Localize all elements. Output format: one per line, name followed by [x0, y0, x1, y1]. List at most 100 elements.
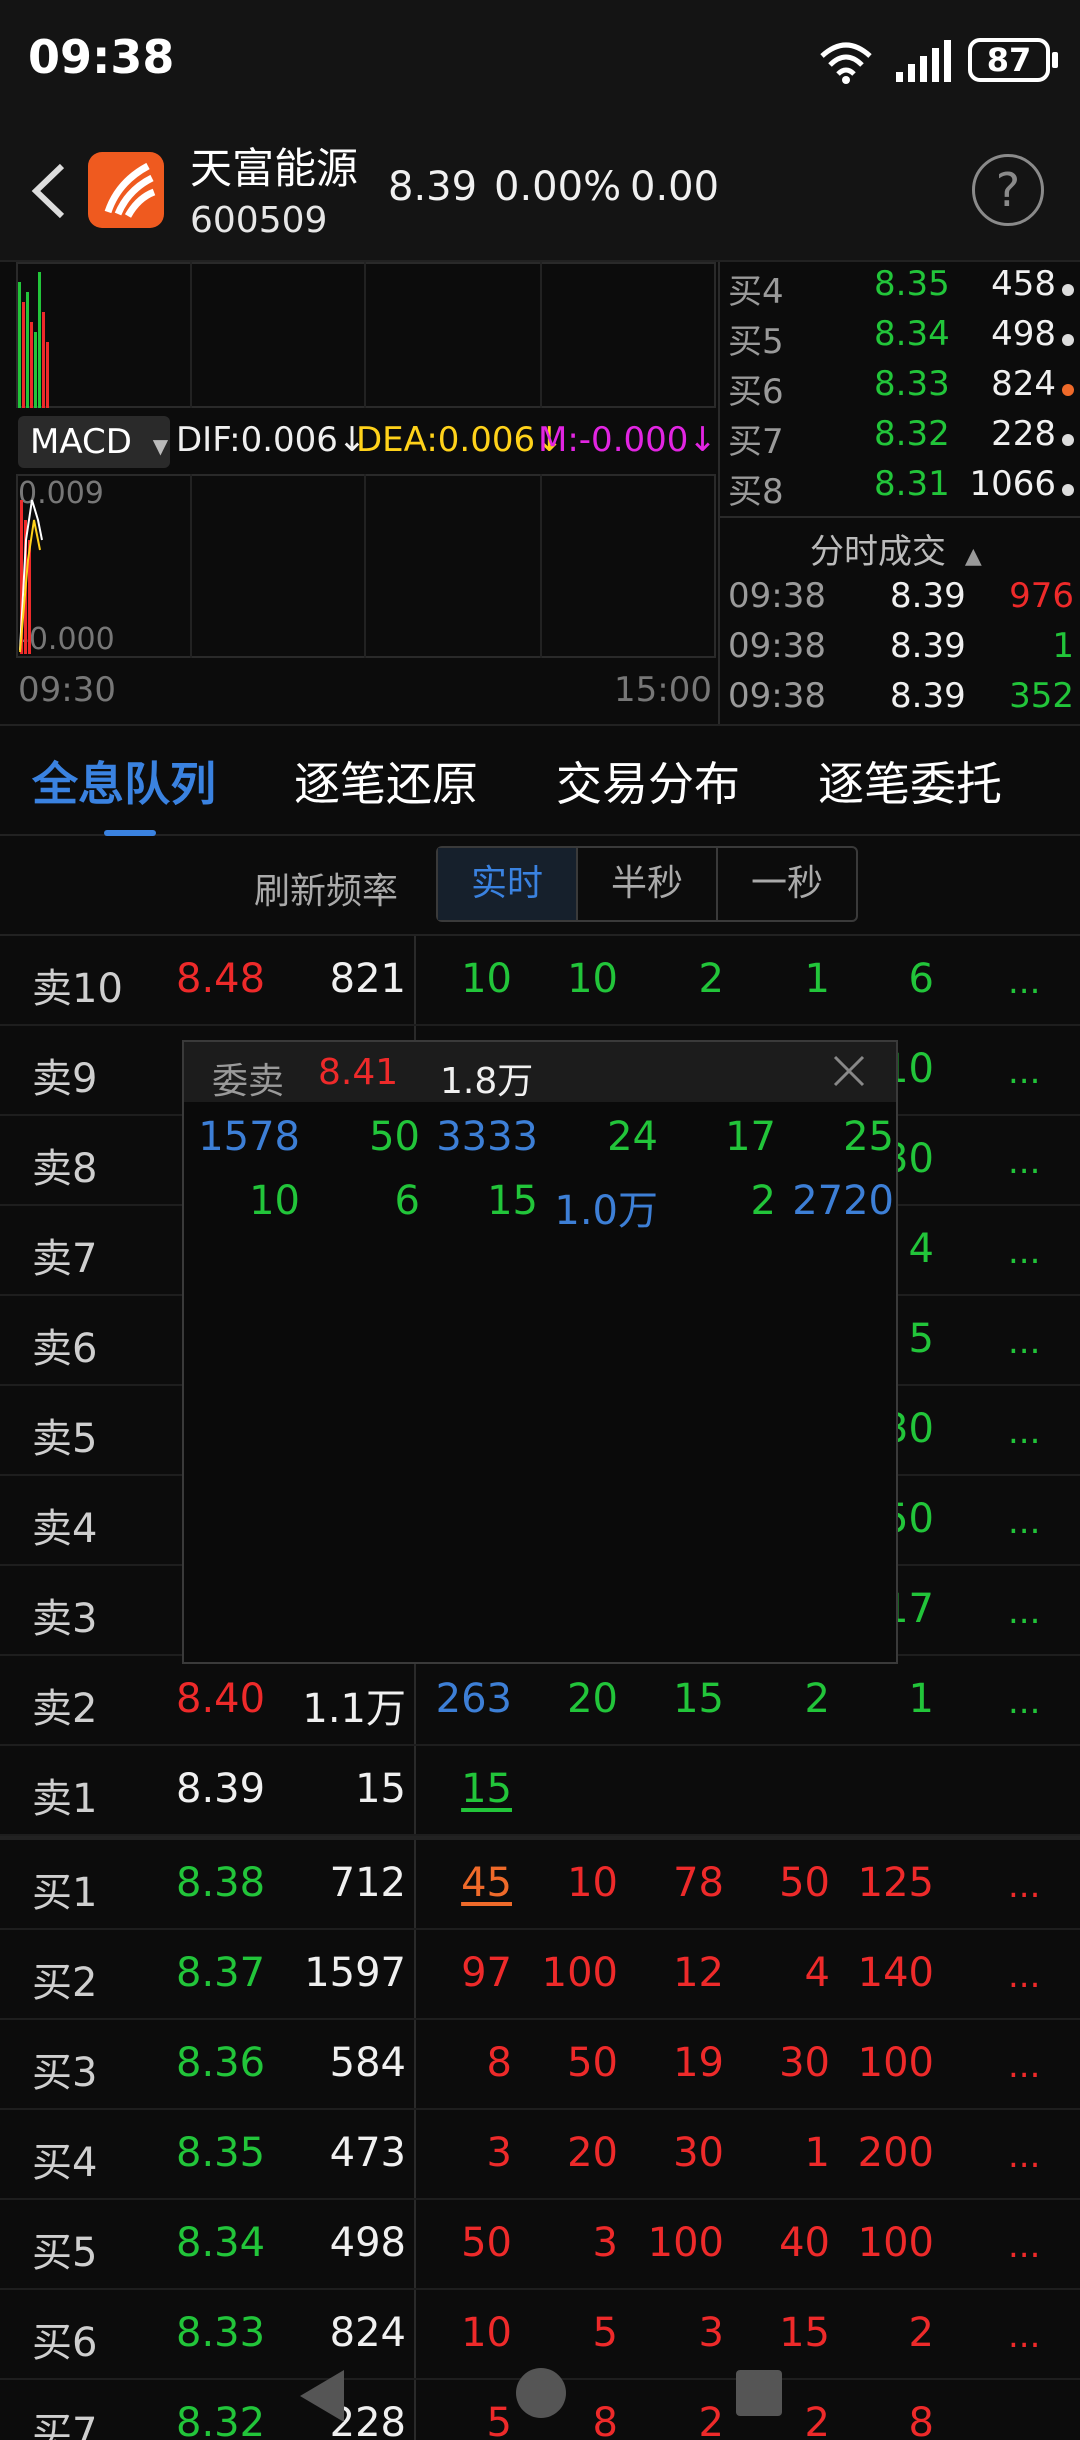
- refresh-option-half-second[interactable]: 半秒: [578, 848, 716, 920]
- queue-order[interactable]: 45: [461, 1860, 512, 1906]
- buy-row[interactable]: 买3 8.36 584 8 50 19 30 100 ...: [0, 2020, 1080, 2110]
- more-orders-button[interactable]: ...: [1008, 2136, 1040, 2176]
- more-orders-button[interactable]: ...: [1008, 2046, 1040, 2086]
- nav-recent-apps-icon[interactable]: [736, 2370, 782, 2416]
- buy-row[interactable]: 买1 8.38 712 45 10 78 50 125 ...: [0, 1840, 1080, 1930]
- more-orders-button[interactable]: ...: [1008, 1052, 1040, 1092]
- tab-full-queue[interactable]: 全息队列: [32, 748, 216, 814]
- queue-order: 50: [461, 2220, 512, 2266]
- order-price: 8.48: [176, 956, 266, 1002]
- trade-time: 09:38: [728, 676, 826, 716]
- quote-volume: 458: [991, 264, 1056, 304]
- queue-order: 100: [857, 2040, 934, 2086]
- quote-row[interactable]: 买8 8.31 1066: [728, 464, 1074, 514]
- queue-order[interactable]: 15: [461, 1766, 512, 1812]
- quote-volume: 824: [991, 364, 1056, 404]
- queue-order: 3: [486, 2130, 512, 2176]
- trade-ticker-title[interactable]: 分时成交 ▲: [810, 524, 982, 573]
- tab-tick-restore[interactable]: 逐笔还原: [294, 748, 478, 814]
- help-button[interactable]: ?: [972, 154, 1044, 226]
- popup-order: 1578: [198, 1114, 300, 1160]
- quote-row[interactable]: 买4 8.35 458: [728, 264, 1074, 314]
- queue-order: 2: [908, 2310, 934, 2356]
- more-orders-button[interactable]: ...: [1008, 1592, 1040, 1632]
- order-price: 8.32: [176, 2400, 266, 2440]
- macd-m: M:-0.000↓: [538, 420, 717, 460]
- order-volume: 473: [329, 2130, 406, 2176]
- more-orders-button[interactable]: ...: [1008, 1232, 1040, 1272]
- more-orders-button[interactable]: ...: [1008, 1682, 1040, 1722]
- more-orders-button[interactable]: ...: [1008, 1322, 1040, 1362]
- queue-order: 100: [857, 2220, 934, 2266]
- queue-order: 1: [804, 2130, 830, 2176]
- nav-home-icon[interactable]: [516, 2368, 566, 2418]
- chevron-down-icon: ▼: [152, 434, 169, 458]
- indicator-dot: [1062, 334, 1074, 346]
- wifi-icon: [820, 42, 872, 84]
- sell-row[interactable]: 卖1 8.39 15 15: [0, 1746, 1080, 1836]
- queue-order: 3: [698, 2310, 724, 2356]
- trade-price: 8.39: [890, 576, 966, 616]
- quote-label: 买4: [728, 272, 784, 312]
- queue-order: 15: [673, 1676, 724, 1722]
- queue-order: 2: [804, 1676, 830, 1722]
- queue-order: 10: [567, 956, 618, 1002]
- more-orders-button[interactable]: ...: [1008, 2316, 1040, 2356]
- more-orders-button[interactable]: ...: [1008, 1142, 1040, 1182]
- tab-trade-distribution[interactable]: 交易分布: [556, 748, 740, 814]
- sell-row[interactable]: 卖2 8.40 1.1万 263 20 15 2 1 ...: [0, 1656, 1080, 1746]
- order-level-label: 卖4: [32, 1506, 98, 1552]
- grid-line: [364, 474, 366, 658]
- queue-order: 40: [779, 2220, 830, 2266]
- more-orders-button[interactable]: ...: [1008, 2226, 1040, 2266]
- indicator-dot: [1062, 434, 1074, 446]
- queue-order: 1: [804, 956, 830, 1002]
- back-arrow-icon[interactable]: [28, 162, 68, 220]
- quote-row[interactable]: 买5 8.34 498: [728, 314, 1074, 364]
- popup-order: 2: [750, 1178, 776, 1224]
- queue-order: 140: [857, 1950, 934, 1996]
- more-orders-button[interactable]: ...: [1008, 1502, 1040, 1542]
- stock-change-pct: 0.00%: [494, 164, 622, 210]
- quote-price: 8.32: [874, 414, 950, 454]
- popup-volume: 1.8万: [440, 1061, 534, 1102]
- trade-volume: 976: [1009, 576, 1074, 616]
- quote-volume: 1066: [969, 464, 1056, 504]
- quote-row[interactable]: 买6 8.33 824: [728, 364, 1074, 414]
- order-level-label: 卖6: [32, 1326, 98, 1372]
- quote-price: 8.33: [874, 364, 950, 404]
- buy-row[interactable]: 买4 8.35 473 3 20 30 1 200 ...: [0, 2110, 1080, 2200]
- more-orders-button[interactable]: ...: [1008, 1866, 1040, 1906]
- refresh-option-realtime[interactable]: 实时: [438, 848, 576, 920]
- popup-order: 25: [843, 1114, 894, 1160]
- order-volume: 15: [355, 1766, 406, 1812]
- quote-price: 8.35: [874, 264, 950, 304]
- order-price: 8.38: [176, 1860, 266, 1906]
- buy-row[interactable]: 买5 8.34 498 50 3 100 40 100 ...: [0, 2200, 1080, 2290]
- more-orders-button[interactable]: ...: [1008, 1956, 1040, 1996]
- queue-order: 8: [592, 2400, 618, 2440]
- popup-price: 8.41: [318, 1052, 399, 1093]
- queue-order: 2: [698, 2400, 724, 2440]
- order-level-label: 买7: [32, 2410, 98, 2440]
- more-orders-button[interactable]: ...: [1008, 962, 1040, 1002]
- refresh-option-one-second[interactable]: 一秒: [718, 848, 856, 920]
- queue-order: 97: [461, 1950, 512, 1996]
- buy-row[interactable]: 买2 8.37 1597 97 100 12 4 140 ...: [0, 1930, 1080, 2020]
- queue-order: 12: [673, 1950, 724, 1996]
- buy-row[interactable]: 买6 8.33 824 10 5 3 15 2 ...: [0, 2290, 1080, 2380]
- queue-order: 4: [908, 1226, 934, 1272]
- more-orders-button[interactable]: ...: [1008, 1412, 1040, 1452]
- indicator-selector[interactable]: MACD ▼: [18, 416, 170, 468]
- price-volume-chart: [16, 262, 716, 408]
- queue-order: 10: [461, 956, 512, 1002]
- close-icon[interactable]: [832, 1054, 866, 1088]
- quote-label: 买7: [728, 422, 784, 462]
- sell-row[interactable]: 卖10 8.48 821 10 10 2 1 6 ...: [0, 936, 1080, 1026]
- quote-row[interactable]: 买7 8.32 228: [728, 414, 1074, 464]
- nav-back-icon[interactable]: [300, 2370, 344, 2422]
- quote-label: 买5: [728, 322, 784, 362]
- tab-tick-orders[interactable]: 逐笔委托: [818, 748, 1002, 814]
- status-time: 09:38: [28, 30, 175, 84]
- quote-price: 8.34: [874, 314, 950, 354]
